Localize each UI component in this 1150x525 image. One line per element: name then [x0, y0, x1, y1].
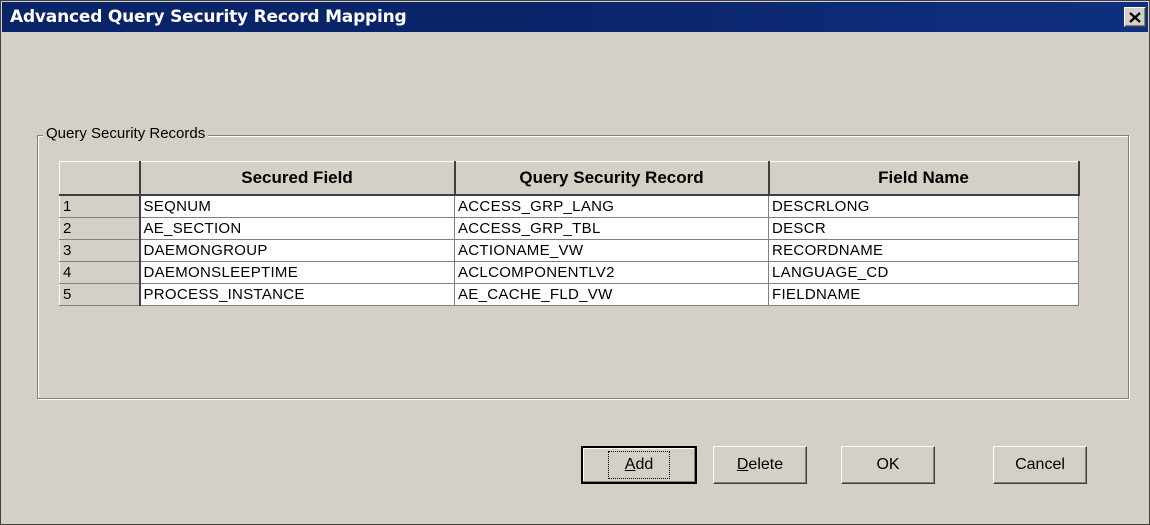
- row-number[interactable]: 1: [59, 194, 141, 218]
- table-row: 2 AE_SECTION ACCESS_GRP_TBL DESCR: [59, 217, 1079, 240]
- cell-secured-field[interactable]: SEQNUM: [139, 194, 455, 218]
- cell-query-security-record[interactable]: ACCESS_GRP_LANG: [454, 194, 769, 218]
- table-row: 5 PROCESS_INSTANCE AE_CACHE_FLD_VW FIELD…: [59, 283, 1079, 306]
- ok-button-label: OK: [876, 456, 900, 473]
- close-button[interactable]: [1124, 7, 1146, 27]
- delete-button[interactable]: Delete: [713, 446, 807, 484]
- cell-secured-field[interactable]: DAEMONSLEEPTIME: [139, 261, 455, 284]
- header-field-name[interactable]: Field Name: [768, 161, 1080, 196]
- cell-secured-field[interactable]: PROCESS_INSTANCE: [139, 283, 455, 306]
- close-icon: [1129, 11, 1141, 23]
- cell-query-security-record[interactable]: AE_CACHE_FLD_VW: [454, 283, 769, 306]
- cell-field-name[interactable]: FIELDNAME: [768, 283, 1079, 306]
- table-row: 4 DAEMONSLEEPTIME ACLCOMPONENTLV2 LANGUA…: [59, 261, 1079, 284]
- cell-query-security-record[interactable]: ACCESS_GRP_TBL: [454, 217, 769, 240]
- security-records-grid: Secured Field Query Security Record Fiel…: [59, 161, 1080, 306]
- title-bar[interactable]: Advanced Query Security Record Mapping: [2, 2, 1148, 32]
- add-button[interactable]: Add: [581, 446, 697, 484]
- cell-field-name[interactable]: RECORDNAME: [768, 239, 1079, 262]
- add-button-label: Add: [607, 451, 671, 479]
- group-label: Query Security Records: [43, 125, 209, 142]
- cell-secured-field[interactable]: AE_SECTION: [139, 217, 455, 240]
- delete-button-label: Delete: [736, 456, 784, 473]
- row-number[interactable]: 5: [59, 283, 141, 306]
- dialog-window: Advanced Query Security Record Mapping Q…: [0, 0, 1150, 525]
- header-corner[interactable]: [59, 161, 141, 196]
- window-title: Advanced Query Security Record Mapping: [10, 7, 407, 27]
- cell-query-security-record[interactable]: ACLCOMPONENTLV2: [454, 261, 769, 284]
- row-number[interactable]: 4: [59, 261, 141, 284]
- cell-query-security-record[interactable]: ACTIONAME_VW: [454, 239, 769, 262]
- cancel-button[interactable]: Cancel: [993, 446, 1087, 484]
- header-secured-field[interactable]: Secured Field: [139, 161, 456, 196]
- table-row: 1 SEQNUM ACCESS_GRP_LANG DESCRLONG: [59, 194, 1079, 218]
- cell-field-name[interactable]: LANGUAGE_CD: [768, 261, 1079, 284]
- ok-button[interactable]: OK: [841, 446, 935, 484]
- cell-field-name[interactable]: DESCRLONG: [768, 194, 1079, 218]
- table-row: 3 DAEMONGROUP ACTIONAME_VW RECORDNAME: [59, 239, 1079, 262]
- row-number[interactable]: 3: [59, 239, 141, 262]
- cell-secured-field[interactable]: DAEMONGROUP: [139, 239, 455, 262]
- header-query-security-record[interactable]: Query Security Record: [454, 161, 770, 196]
- grid-header-row: Secured Field Query Security Record Fiel…: [59, 161, 1080, 196]
- cancel-button-label: Cancel: [1015, 456, 1065, 473]
- cell-field-name[interactable]: DESCR: [768, 217, 1079, 240]
- row-number[interactable]: 2: [59, 217, 141, 240]
